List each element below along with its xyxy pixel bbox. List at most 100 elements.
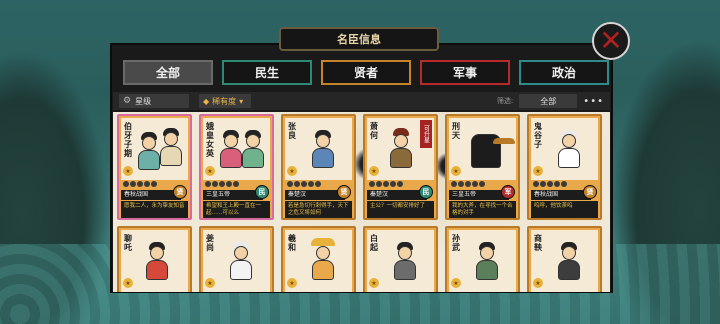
card-name: 聊吒	[124, 234, 132, 252]
card-quote: 我的大斧，在寻找一个合格的对手	[449, 201, 516, 218]
minister-card[interactable]: 张良 ★ 秦楚汉 贤 若是急切行刺得手，天下之危又将如何	[281, 114, 356, 220]
rarity-sort-button[interactable]: ◆ 稀有度 ▾	[199, 94, 251, 108]
figure-head	[316, 246, 330, 260]
figure-head	[316, 134, 330, 148]
minister-card[interactable]: 姜尚 ★	[199, 226, 274, 292]
star-rating	[451, 181, 485, 187]
minister-card[interactable]: 聊吒 ★	[117, 226, 192, 292]
panel-title: 名臣信息	[279, 27, 439, 51]
grade-icon: ★	[533, 278, 543, 288]
category-badge: 民	[255, 185, 269, 199]
card-name: 羲和	[288, 234, 296, 252]
category-badge: 贤	[337, 185, 351, 199]
grade-icon: ★	[205, 166, 215, 176]
card-name: 商鞅	[534, 234, 542, 252]
card-name: 萧何	[370, 122, 378, 140]
minister-card[interactable]: 娥皇女英 ★ 三皇五帝 民 希望和王上殿一直在一起……可以么	[199, 114, 274, 220]
figure-body	[220, 148, 242, 168]
grade-icon: ★	[369, 278, 379, 288]
minister-card[interactable]: 白起 ★	[363, 226, 438, 292]
card-name: 姜尚	[206, 234, 214, 252]
card-quote: 呜呼，他饮茶呜	[531, 201, 598, 218]
card-quote: 希望和王上殿一直在一起……可以么	[203, 201, 270, 218]
figure-head	[142, 136, 156, 150]
axe-shape	[493, 138, 515, 144]
star-rating	[123, 181, 157, 187]
figure-body	[476, 260, 498, 280]
figure-head	[562, 134, 576, 148]
tab-army[interactable]: 军事	[420, 60, 510, 85]
tab-all[interactable]: 全部	[123, 60, 213, 85]
rarity-sort-label: 稀有度	[212, 96, 237, 106]
star-rating	[205, 181, 239, 187]
upgrade-tag: 可升星	[420, 120, 432, 148]
card-quote: 愿我二人，永为挚友知音	[121, 201, 188, 218]
filter-dropdown[interactable]: 全部	[519, 94, 578, 108]
figure-head	[394, 134, 408, 148]
figure-body	[160, 146, 182, 166]
category-badge: 贤	[173, 185, 187, 199]
minister-card[interactable]: 羲和 ★	[281, 226, 356, 292]
tab-sage[interactable]: 贤者	[321, 60, 411, 85]
filter-label: 筛选:	[496, 97, 514, 105]
star-sort-button[interactable]: ⚙ 星级	[119, 94, 189, 108]
grade-icon: ★	[369, 166, 379, 176]
figure-body	[312, 148, 334, 168]
card-era: 三皇五帝	[449, 190, 509, 200]
figure-head	[164, 132, 178, 146]
grade-icon: ★	[123, 166, 133, 176]
filter-toolbar: ⚙ 星级 ◆ 稀有度 ▾ 筛选: 全部 •••	[113, 92, 610, 110]
tab-gov[interactable]: 政治	[519, 60, 609, 85]
star-rating	[287, 181, 321, 187]
figure-head	[246, 134, 260, 148]
card-quote: 主公？一切都安排好了	[367, 201, 434, 218]
grade-icon: ★	[451, 166, 461, 176]
gear-icon: ⚙	[123, 96, 132, 106]
figure-head	[480, 246, 494, 260]
star-rating	[369, 181, 403, 187]
tab-people[interactable]: 民生	[222, 60, 312, 85]
card-name: 白起	[370, 234, 378, 252]
grade-icon: ★	[533, 166, 543, 176]
minister-card[interactable]: 可升星 萧何 ★ 秦楚汉 民 主公？一切都安排好了	[363, 114, 438, 220]
minister-card[interactable]: 孙武 ★	[445, 226, 520, 292]
figure-body	[146, 260, 168, 280]
minister-grid: 伯牙子期 ★ 春秋战国 贤 愿我二人，永为挚友知音 娥皇女英 ★ 三皇五帝 民 …	[113, 112, 610, 292]
figure-body	[230, 260, 252, 280]
grade-icon: ★	[287, 166, 297, 176]
card-name: 刑天	[452, 122, 460, 140]
minister-card[interactable]: 鬼谷子 ★ 春秋战国 贤 呜呼，他饮茶呜	[527, 114, 602, 220]
card-era: 秦楚汉	[367, 190, 427, 200]
minister-card[interactable]: 刑天 ★ 三皇五帝 军 我的大斧，在寻找一个合格的对手	[445, 114, 520, 220]
card-name: 伯牙子期	[124, 122, 132, 158]
card-era: 秦楚汉	[285, 190, 345, 200]
chevron-down-icon: ▾	[239, 96, 244, 106]
grade-icon: ★	[123, 278, 133, 288]
card-era: 春秋战国	[121, 190, 181, 200]
figure-body	[558, 260, 580, 280]
figure-head	[224, 134, 238, 148]
star-rating	[533, 181, 567, 187]
category-badge: 军	[501, 185, 515, 199]
figure-head	[234, 246, 248, 260]
close-icon[interactable]: ✕	[592, 22, 630, 60]
star-sort-label: 星级	[135, 96, 152, 106]
figure-body	[138, 150, 160, 170]
figure-head	[562, 246, 576, 260]
category-tabs: 全部 民生 贤者 军事 政治	[123, 60, 609, 85]
grade-icon: ★	[451, 278, 461, 288]
card-name: 张良	[288, 122, 296, 140]
card-name: 孙武	[452, 234, 460, 252]
minister-card[interactable]: 伯牙子期 ★ 春秋战国 贤 愿我二人，永为挚友知音	[117, 114, 192, 220]
more-options-icon[interactable]: •••	[583, 96, 604, 107]
figure-body	[312, 260, 334, 280]
figure-body	[558, 148, 580, 168]
figure-head	[398, 246, 412, 260]
diamond-icon: ◆	[203, 96, 210, 106]
category-badge: 贤	[583, 185, 597, 199]
card-name: 鬼谷子	[534, 122, 542, 149]
minister-card[interactable]: 商鞅 ★	[527, 226, 602, 292]
card-era: 三皇五帝	[203, 190, 263, 200]
figure-body	[390, 148, 412, 168]
figure-body	[394, 260, 416, 280]
